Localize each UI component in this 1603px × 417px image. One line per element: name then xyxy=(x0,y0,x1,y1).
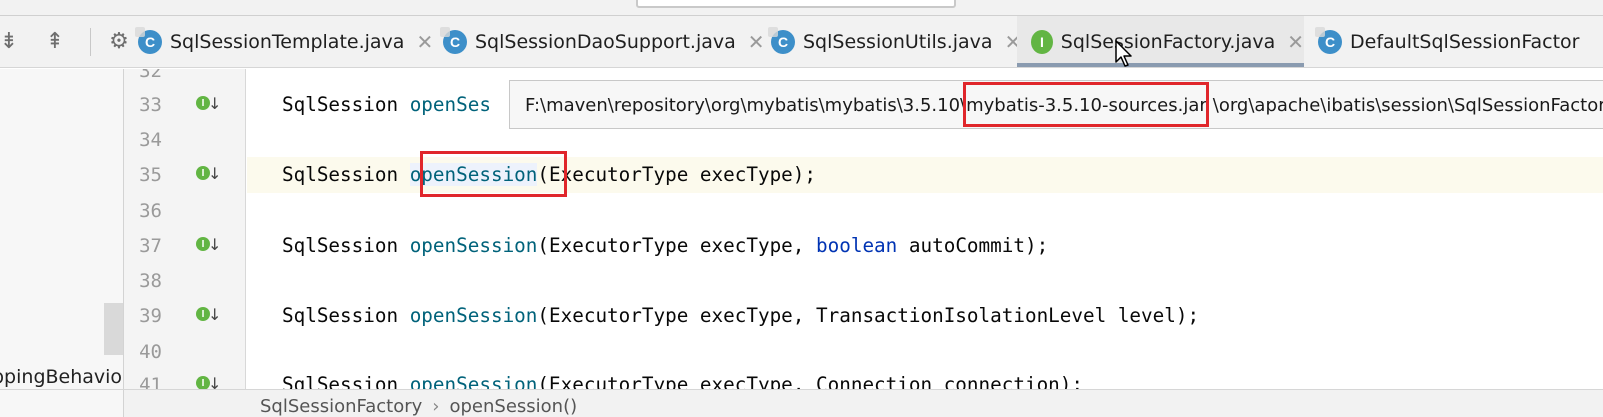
tab-sqlsessiontemplate[interactable]: C SqlSessionTemplate.java ✕ xyxy=(135,16,433,67)
implemented-method-icon[interactable]: I ↓ xyxy=(196,374,221,389)
panel-footer xyxy=(0,390,124,417)
line-number: 35 xyxy=(139,164,162,186)
close-icon[interactable]: ✕ xyxy=(748,30,765,54)
class-icon: C xyxy=(768,27,795,54)
code-line-41[interactable]: SqlSession openSession(ExecutorType exec… xyxy=(282,373,1083,389)
tab-label: DefaultSqlSessionFactor xyxy=(1350,31,1580,53)
mouse-cursor-icon xyxy=(1115,40,1132,67)
editor-tab-bar: ⇟ ⇞ ⚙ C SqlSessionTemplate.java ✕ C SqlS… xyxy=(0,16,1603,68)
implemented-method-icon[interactable]: I ↓ xyxy=(196,94,221,116)
code-line-39[interactable]: SqlSession openSession(ExecutorType exec… xyxy=(282,304,1199,327)
close-icon[interactable]: ✕ xyxy=(416,30,433,54)
tab-sqlsessionfactory[interactable]: I SqlSessionFactory.java ✕ xyxy=(1017,16,1304,67)
code-line-37[interactable]: SqlSession openSession(ExecutorType exec… xyxy=(282,234,1048,257)
project-tool-window: ppingBehavior xyxy=(0,69,124,389)
class-icon: C xyxy=(135,27,162,54)
top-toolbar-strip xyxy=(0,0,1603,16)
line-number: 38 xyxy=(139,270,162,292)
breadcrumb: SqlSessionFactory › openSession() xyxy=(0,389,1603,417)
tab-label: SqlSessionDaoSupport.java xyxy=(475,31,736,53)
tab-sqlsessionutils[interactable]: C SqlSessionUtils.java ✕ xyxy=(768,16,1021,67)
line-number: 34 xyxy=(139,129,162,151)
toolbar-divider xyxy=(90,28,91,56)
search-field[interactable] xyxy=(636,0,956,8)
tooltip-path-suffix: \org\apache\ibatis\session\SqlSessionFac… xyxy=(1212,95,1603,116)
breadcrumb-file[interactable]: SqlSessionFactory xyxy=(260,396,422,417)
implemented-method-icon[interactable]: I ↓ xyxy=(196,305,221,327)
editor-gutter: 32 33 34 35 36 37 38 39 40 41 I ↓ I ↓ I ↓ I… xyxy=(124,69,246,389)
line-number: 32 xyxy=(139,69,162,82)
scrollbar-thumb[interactable] xyxy=(104,303,123,355)
jar-highlight-box xyxy=(963,82,1209,127)
code-line-33[interactable]: SqlSession openSes xyxy=(282,93,491,116)
line-number: 37 xyxy=(139,235,162,257)
implemented-method-icon[interactable]: I ↓ xyxy=(196,164,221,186)
tab-label: SqlSessionUtils.java xyxy=(803,31,993,53)
breadcrumb-separator: › xyxy=(432,396,440,417)
method-highlight-box xyxy=(420,151,567,197)
tab-label: SqlSessionTemplate.java xyxy=(170,31,405,53)
class-icon: C xyxy=(1315,27,1342,54)
collapse-all-icon[interactable]: ⇞ xyxy=(40,26,70,56)
gear-icon[interactable]: ⚙ xyxy=(104,26,134,56)
line-number: 36 xyxy=(139,200,162,222)
tab-label: SqlSessionFactory.java xyxy=(1060,31,1276,53)
line-number: 33 xyxy=(139,94,162,116)
interface-icon: I xyxy=(1031,30,1053,54)
tooltip-path-prefix: F:\maven\repository\org\mybatis\mybatis\… xyxy=(525,95,967,116)
tab-defaultsqlsessionfactory[interactable]: C DefaultSqlSessionFactor xyxy=(1315,16,1580,67)
close-icon[interactable]: ✕ xyxy=(1287,30,1304,54)
line-number: 41 xyxy=(139,374,162,389)
class-icon: C xyxy=(440,27,467,54)
project-tree-item[interactable]: ppingBehavior xyxy=(0,366,123,388)
tab-sqlsessiondaosupport[interactable]: C SqlSessionDaoSupport.java ✕ xyxy=(440,16,765,67)
line-number: 39 xyxy=(139,305,162,327)
line-number: 40 xyxy=(139,341,162,363)
expand-all-icon[interactable]: ⇟ xyxy=(0,26,24,56)
implemented-method-icon[interactable]: I ↓ xyxy=(196,235,221,257)
breadcrumb-method[interactable]: openSession() xyxy=(449,396,577,417)
